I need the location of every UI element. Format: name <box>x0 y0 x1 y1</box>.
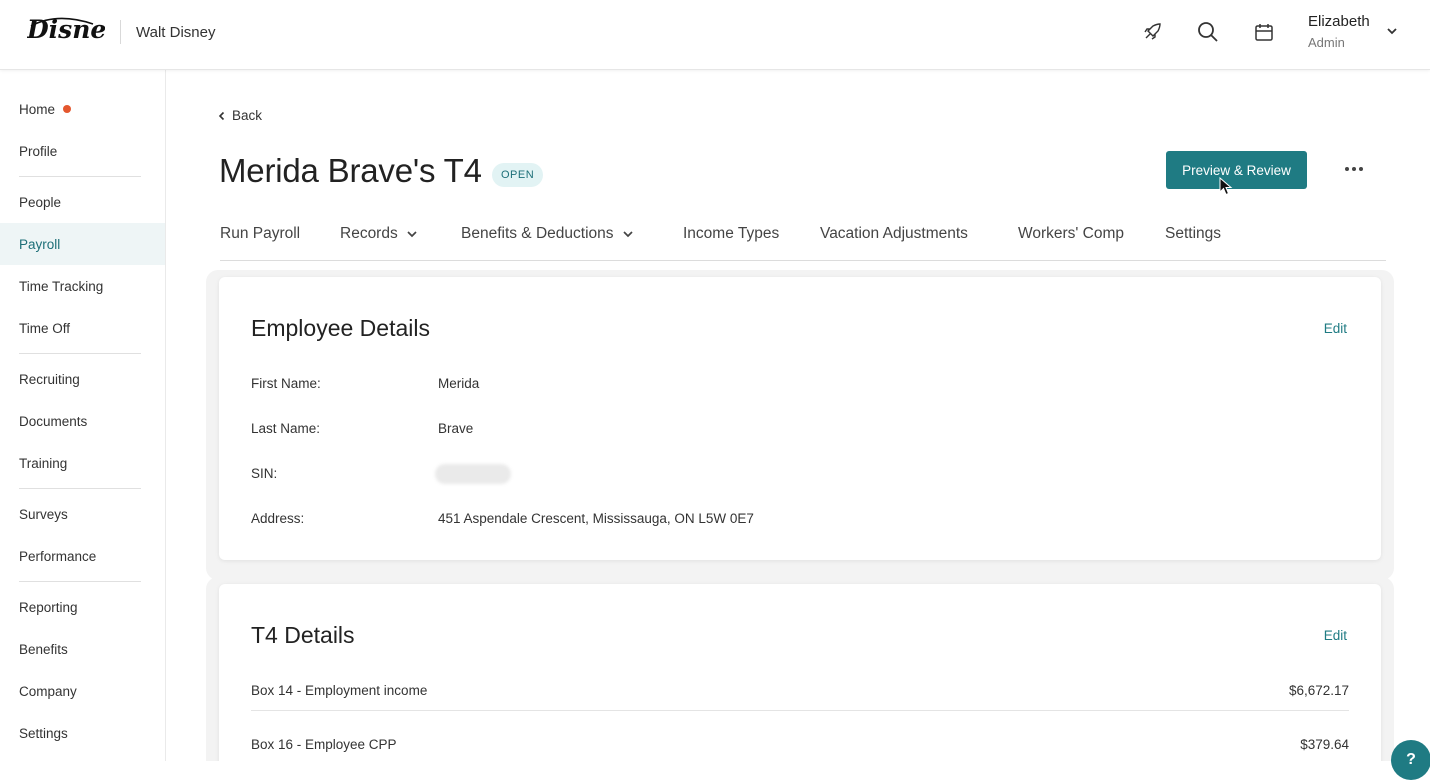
tab-workers-comp[interactable]: Workers' Comp <box>1018 225 1124 243</box>
field-label: Last Name: <box>251 421 321 436</box>
edit-t4-details-link[interactable]: Edit <box>1324 628 1347 643</box>
sidebar-item-time-off[interactable]: Time Off <box>0 307 165 349</box>
t4-details-card: T4 Details Edit Box 14 - Employment inco… <box>219 584 1381 761</box>
tab-label: Benefits & Deductions <box>461 225 614 242</box>
sidebar-item-profile[interactable]: Profile <box>0 130 165 172</box>
t4-row-label: Box 16 - Employee CPP <box>251 737 397 752</box>
notification-dot <box>63 105 72 113</box>
redacted-sin <box>435 464 511 484</box>
logo-divider <box>120 20 121 44</box>
user-menu[interactable]: Elizabeth Admin <box>1308 13 1370 50</box>
tab-records[interactable]: Records <box>340 225 418 243</box>
sidebar-item-label: Settings <box>19 725 68 741</box>
sidebar-item-label: Surveys <box>19 506 68 522</box>
user-role: Admin <box>1308 35 1345 50</box>
chevron-down-icon <box>407 231 417 238</box>
sidebar-item-label: Home <box>19 101 56 117</box>
sidebar-item-people[interactable]: People <box>0 181 165 223</box>
sidebar-item-company[interactable]: Company <box>0 670 165 712</box>
edit-employee-details-link[interactable]: Edit <box>1324 321 1347 336</box>
tab-label: Settings <box>1165 225 1222 242</box>
sidebar-item-benefits[interactable]: Benefits <box>0 628 165 670</box>
sidebar-item-label: Training <box>19 455 68 471</box>
card-title: T4 Details <box>251 622 355 648</box>
sidebar-item-label: Profile <box>19 143 58 159</box>
main-content: Back Merida Brave's T4 OPEN Preview & Re… <box>166 70 1430 761</box>
sidebar-item-label: Recruiting <box>19 371 80 387</box>
tab-vacation-adjustments[interactable]: Vacation Adjustments <box>820 225 968 243</box>
t4-details-wrapper: T4 Details Edit Box 14 - Employment inco… <box>206 577 1394 761</box>
sidebar: Home Profile People Payroll Time Trackin… <box>0 70 166 761</box>
employee-details-wrapper: Employee Details Edit First Name: Merida… <box>206 270 1394 580</box>
tab-settings[interactable]: Settings <box>1165 225 1221 243</box>
sidebar-item-payroll[interactable]: Payroll <box>0 223 165 265</box>
chevron-left-icon <box>218 111 225 120</box>
sidebar-item-label: Time Off <box>19 320 71 336</box>
back-label: Back <box>232 108 263 123</box>
field-value: Merida <box>438 376 480 391</box>
preview-review-button[interactable]: Preview & Review <box>1166 151 1307 189</box>
field-label: SIN: <box>251 466 278 481</box>
sidebar-item-surveys[interactable]: Surveys <box>0 493 165 535</box>
tab-income-types[interactable]: Income Types <box>683 225 779 243</box>
sidebar-item-label: Payroll <box>19 236 61 252</box>
help-button[interactable]: ? <box>1391 740 1430 780</box>
sidebar-item-label: Time Tracking <box>19 278 104 294</box>
sidebar-item-home[interactable]: Home <box>0 88 165 130</box>
more-options-icon[interactable] <box>1342 158 1366 180</box>
tab-label: Vacation Adjustments <box>820 225 968 242</box>
t4-row-value: $6,672.17 <box>1288 683 1349 698</box>
sidebar-item-settings[interactable]: Settings <box>0 712 165 754</box>
sidebar-item-performance[interactable]: Performance <box>0 535 165 577</box>
sidebar-item-training[interactable]: Training <box>0 442 165 484</box>
top-bar: Disney Walt Disney Elizabeth Admin <box>0 0 1430 70</box>
sidebar-item-label: Reporting <box>19 599 78 615</box>
sidebar-divider <box>19 488 141 489</box>
sidebar-divider <box>19 581 141 582</box>
rocket-icon[interactable] <box>1140 20 1164 44</box>
card-title: Employee Details <box>251 315 430 341</box>
t4-row-value: $379.64 <box>1300 737 1349 752</box>
row-separator <box>251 710 1349 711</box>
employee-details-card: Employee Details Edit First Name: Merida… <box>219 277 1381 560</box>
t4-row-label: Box 14 - Employment income <box>251 683 428 698</box>
status-badge: OPEN <box>492 163 544 187</box>
mouse-cursor-icon <box>1219 177 1233 196</box>
user-name: Elizabeth <box>1308 13 1370 30</box>
chevron-down-icon <box>622 231 633 238</box>
tab-label: Workers' Comp <box>1018 225 1125 242</box>
sidebar-item-documents[interactable]: Documents <box>0 400 165 442</box>
sidebar-item-label: People <box>19 194 62 210</box>
calendar-icon[interactable] <box>1252 20 1276 44</box>
field-value: Brave <box>438 421 474 436</box>
sidebar-divider <box>19 176 141 177</box>
tab-label: Run Payroll <box>220 225 301 242</box>
tab-label: Income Types <box>683 225 780 242</box>
field-label: Address: <box>251 511 305 526</box>
search-icon[interactable] <box>1196 20 1220 44</box>
back-link[interactable]: Back <box>218 108 262 123</box>
sidebar-item-label: Company <box>19 683 77 699</box>
tab-run-payroll[interactable]: Run Payroll <box>220 225 300 243</box>
field-value: 451 Aspendale Crescent, Mississauga, ON … <box>438 511 754 526</box>
sidebar-item-reporting[interactable]: Reporting <box>0 586 165 628</box>
company-name: Walt Disney <box>136 24 216 41</box>
sidebar-item-label: Performance <box>19 548 97 564</box>
sidebar-item-label: Documents <box>19 413 88 429</box>
sidebar-divider <box>19 353 141 354</box>
chevron-down-icon[interactable] <box>1386 26 1398 36</box>
sidebar-item-time-tracking[interactable]: Time Tracking <box>0 265 165 307</box>
payroll-tabs: Run Payroll Records Benefits & Deduction… <box>220 213 1386 261</box>
page-title: Merida Brave's T4 <box>219 152 482 189</box>
disney-logo[interactable]: Disney <box>27 14 105 50</box>
tab-label: Records <box>340 225 398 242</box>
tab-benefits-deductions[interactable]: Benefits & Deductions <box>461 225 634 243</box>
field-label: First Name: <box>251 376 321 391</box>
sidebar-item-label: Benefits <box>19 641 68 657</box>
sidebar-item-recruiting[interactable]: Recruiting <box>0 358 165 400</box>
